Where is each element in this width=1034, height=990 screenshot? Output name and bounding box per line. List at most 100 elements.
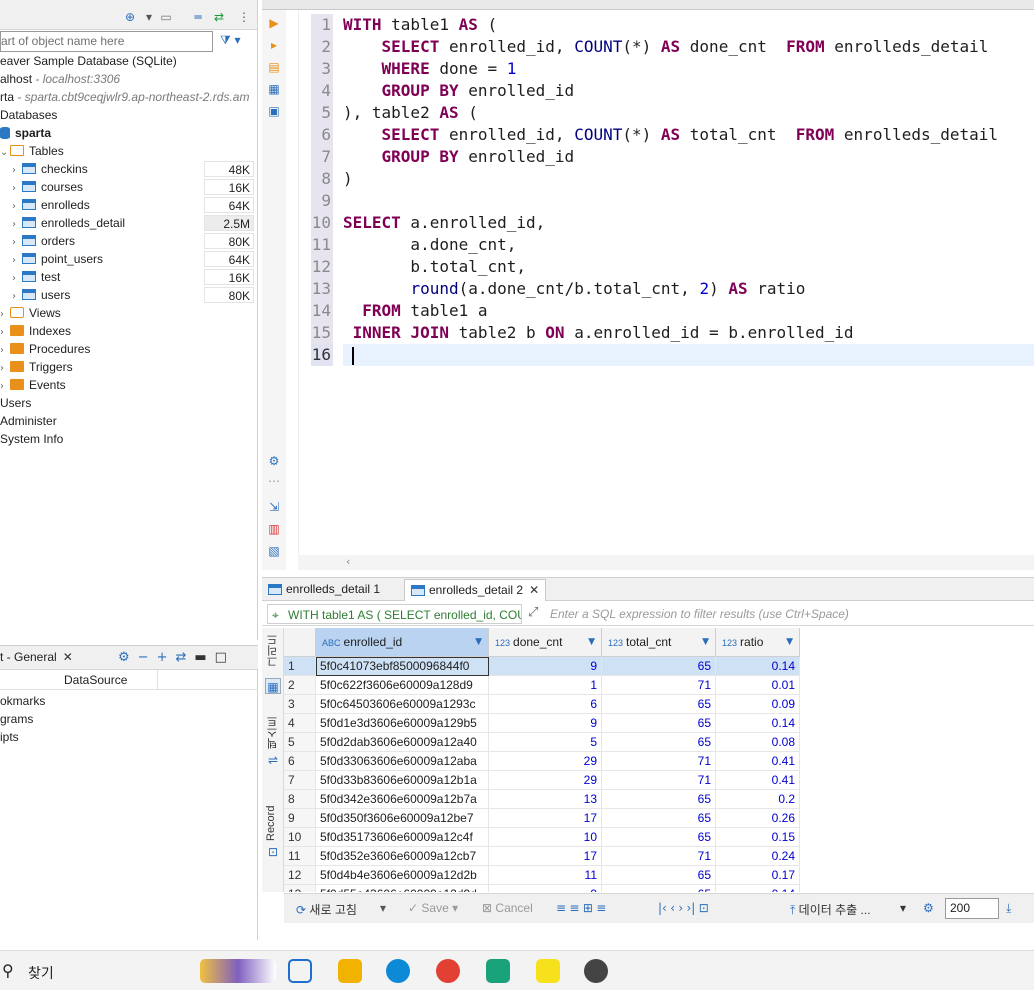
table-cell[interactable]: 65 (602, 695, 716, 714)
grid-view-label[interactable]: 그리드 (265, 632, 281, 670)
table-cell[interactable]: 10 (489, 828, 602, 847)
collapse-icon[interactable]: − (138, 650, 157, 665)
administer-node[interactable]: Administer (0, 412, 57, 430)
explain-icon[interactable]: ▦ (267, 82, 281, 96)
project-item-bookmarks[interactable]: okmarks (0, 694, 45, 708)
table-cell[interactable]: 11 (489, 866, 602, 885)
next-page-icon[interactable]: › (678, 901, 683, 915)
link-icon[interactable]: ⇄ (175, 650, 194, 665)
export-dropdown[interactable]: ▾ (900, 901, 906, 915)
cancel-button[interactable]: ⊠ Cancel (482, 901, 533, 915)
text-view-label[interactable]: 텍스트 (265, 714, 281, 752)
system-info-node[interactable]: System Info (0, 430, 63, 448)
table-cell[interactable]: 5f0d33063606e60009a12aba (316, 752, 489, 771)
table-cell[interactable]: 0.17 (716, 866, 800, 885)
close-icon[interactable]: ✕ (63, 650, 73, 664)
table-cell[interactable]: 29 (489, 771, 602, 790)
table-cell[interactable]: 29 (489, 752, 602, 771)
delete-row-icon[interactable]: ≡ (596, 901, 606, 915)
table-cell[interactable]: 0.14 (716, 714, 800, 733)
table-row[interactable]: 12 5f0d4b4e3606e60009a12d2b 11 65 0.17 (284, 866, 1034, 885)
folder-triggers[interactable]: › Triggers (0, 358, 73, 376)
table-cell[interactable]: 65 (602, 790, 716, 809)
navigator-search-input[interactable]: art of object name here (0, 31, 213, 52)
table-row[interactable]: 3 5f0c64503606e60009a1293c 6 65 0.09 (284, 695, 1034, 714)
scroll-left-icon[interactable]: ‹ (346, 555, 350, 568)
table-cell[interactable]: 65 (602, 885, 716, 892)
folder-indexes[interactable]: › Indexes (0, 322, 71, 340)
table-cell[interactable]: 5f0d350f3606e60009a12be7 (316, 809, 489, 828)
export-data-button[interactable]: ⤒ 데이터 추출 ... (790, 901, 871, 918)
schema-sparta[interactable]: sparta (0, 124, 51, 142)
table-row[interactable]: 1 5f0c41073ebf8500096844f0 9 65 0.14 (284, 657, 1034, 676)
table-item-orders[interactable]: › orders (12, 232, 75, 250)
sql-editor[interactable]: 1 2 3 4 5 6 7 8 9 10 11 12 13 14 15 16 WITH table1 AS (… (298, 10, 1034, 555)
tab-results-1[interactable]: enrolleds_detail 1 (262, 579, 402, 601)
table-item-users[interactable]: › users (12, 286, 70, 304)
column-menu-icon[interactable]: ▼ (588, 628, 595, 657)
folder-events[interactable]: › Events (0, 376, 66, 394)
tab-project-general[interactable]: t - General ✕ (0, 650, 73, 664)
file-explorer-icon[interactable] (338, 959, 362, 983)
editor-horizontal-scrollbar[interactable]: ‹ (298, 555, 1034, 570)
save-script-icon[interactable]: ▧ (267, 544, 281, 558)
table-cell[interactable]: 5f0c41073ebf8500096844f0 (316, 657, 489, 676)
table-row[interactable]: 2 5f0c622f3606e60009a128d9 1 71 0.01 (284, 676, 1034, 695)
folder-procedures[interactable]: › Procedures (0, 340, 90, 358)
expand-icon[interactable]: ⤢ (528, 605, 538, 620)
execute-script-icon[interactable]: ▤ (267, 60, 281, 74)
table-cell[interactable]: 0.24 (716, 847, 800, 866)
table-cell[interactable]: 5f0c64503606e60009a1293c (316, 695, 489, 714)
table-row[interactable]: 7 5f0d33b83606e60009a12b1a 29 71 0.41 (284, 771, 1034, 790)
table-row[interactable]: 4 5f0d1e3d3606e60009a129b5 9 65 0.14 (284, 714, 1034, 733)
column-header-ratio[interactable]: 123 ratio ▼ (716, 628, 800, 657)
new-folder-icon[interactable]: ▭ (158, 10, 174, 24)
more-icon[interactable]: ⋯ (267, 474, 281, 488)
table-row[interactable]: 9 5f0d350f3606e60009a12be7 17 65 0.26 (284, 809, 1034, 828)
results-grid[interactable]: ABC enrolled_id ▼ 123 done_cnt ▼ 123 total_cnt ▼… (284, 628, 1034, 892)
query-preview[interactable]: ⌖ WITH table1 AS ( SELECT enrolled_id, CO… (267, 604, 522, 624)
table-cell[interactable]: 9 (489, 714, 602, 733)
table-item-courses[interactable]: › courses (12, 178, 83, 196)
table-cell[interactable]: 65 (602, 866, 716, 885)
refresh-button[interactable]: ⟳ 새로 고침 (296, 901, 357, 918)
table-cell[interactable]: 5f0d2dab3606e60009a12a40 (316, 733, 489, 752)
table-item-test[interactable]: › test (12, 268, 60, 286)
table-cell[interactable]: 0.15 (716, 828, 800, 847)
table-cell[interactable]: 71 (602, 847, 716, 866)
column-menu-icon[interactable]: ▼ (475, 628, 482, 657)
task-view-icon[interactable] (288, 959, 312, 983)
table-cell[interactable]: 0.09 (716, 695, 800, 714)
project-item-scripts[interactable]: ipts (0, 730, 19, 744)
collapse-all-icon[interactable]: ═ (190, 10, 206, 24)
table-cell[interactable]: 65 (602, 828, 716, 847)
chevron-down-icon[interactable]: ⌄ (0, 144, 10, 162)
table-cell[interactable]: 71 (602, 752, 716, 771)
table-cell[interactable]: 5 (489, 733, 602, 752)
table-cell[interactable]: 17 (489, 847, 602, 866)
table-cell[interactable]: 5f0d352e3606e60009a12cb7 (316, 847, 489, 866)
table-row[interactable]: 135f0d55a43606e60009a12d9d9650.14 (284, 885, 1034, 892)
grid-icon[interactable]: ▦ (265, 678, 281, 694)
load-script-icon[interactable]: ▥ (267, 522, 281, 536)
column-menu-icon[interactable]: ▼ (786, 628, 793, 657)
connection-sqlite[interactable]: eaver Sample Database (SQLite) (0, 52, 177, 70)
table-item-checkins[interactable]: › checkins (12, 160, 88, 178)
copy-row-icon[interactable]: ⊞ (583, 901, 593, 915)
table-item-enrolleds[interactable]: › enrolleds (12, 196, 90, 214)
table-item-enrolleds-detail[interactable]: › enrolleds_detail (12, 214, 125, 232)
table-cell[interactable]: 5f0c622f3606e60009a128d9 (316, 676, 489, 695)
execute-icon[interactable]: ▶ (267, 16, 281, 30)
edit-row-icon[interactable]: ≡ (556, 901, 566, 915)
save-button[interactable]: ✓ Save ▾ (408, 901, 458, 915)
column-menu-icon[interactable]: ▼ (702, 628, 709, 657)
prev-page-icon[interactable]: ‹ (670, 901, 675, 915)
last-page-icon[interactable]: ›| (687, 901, 696, 915)
filter-expression-input[interactable]: Enter a SQL expression to filter results… (550, 604, 1034, 624)
table-cell[interactable]: 13 (489, 790, 602, 809)
maximize-icon[interactable]: □ (215, 650, 235, 665)
table-cell[interactable]: 0.41 (716, 752, 800, 771)
table-cell[interactable]: 0.2 (716, 790, 800, 809)
table-cell[interactable]: 65 (602, 733, 716, 752)
first-page-icon[interactable]: |‹ (658, 901, 667, 915)
